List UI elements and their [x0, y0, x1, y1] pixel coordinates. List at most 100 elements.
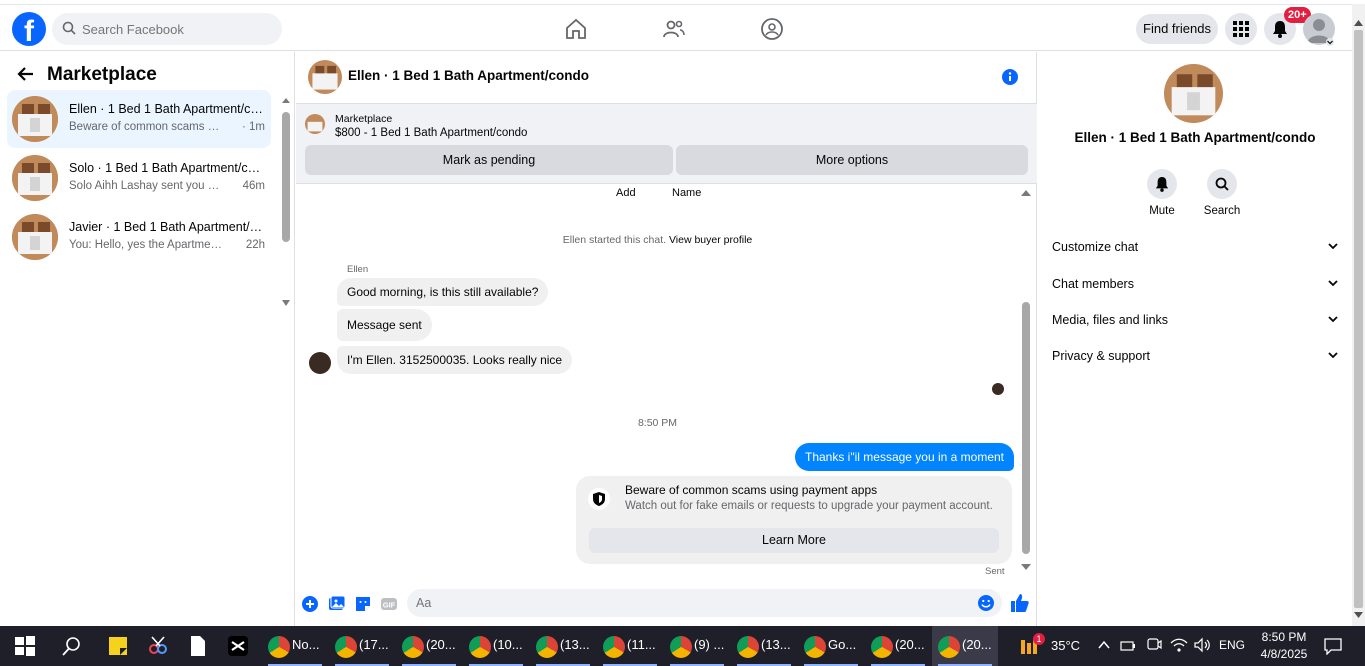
taskbar-app[interactable]: (10... [463, 626, 529, 666]
mute-button[interactable]: Mute [1137, 169, 1187, 217]
search-chat-button[interactable]: Search [1197, 169, 1247, 217]
conversation-item[interactable]: Javier · 1 Bed 1 Bath Apartment/condo Yo… [7, 208, 271, 266]
groups-icon[interactable] [760, 17, 784, 41]
speaker-icon[interactable] [1193, 637, 1211, 653]
taskbar-app[interactable]: No... [262, 626, 328, 666]
search-box[interactable] [52, 13, 282, 45]
chat-header: Ellen · 1 Bed 1 Bath Apartment/condo [296, 52, 1037, 104]
seen-receipt-avatar [992, 383, 1004, 395]
taskbar-app[interactable]: (13... [731, 626, 797, 666]
taskbar-app[interactable]: (17... [329, 626, 395, 666]
battery-icon[interactable] [1120, 639, 1136, 653]
search-input[interactable] [82, 13, 272, 45]
snipping-tool-icon[interactable] [146, 634, 170, 658]
friends-icon[interactable] [662, 17, 686, 41]
details-title: Ellen · 1 Bed 1 Bath Apartment/condo [1074, 130, 1316, 145]
chat-avatar[interactable] [308, 60, 342, 94]
meet-now-icon[interactable] [1146, 637, 1162, 653]
mark-as-pending-button[interactable]: Mark as pending [305, 145, 673, 175]
page-title: Marketplace [47, 64, 157, 85]
message-list: Add Name Ellen started this chat. View b… [296, 185, 1037, 580]
more-options-button[interactable]: More options [676, 145, 1028, 175]
back-arrow-icon[interactable] [16, 64, 36, 84]
row-label: Media, files and links [1052, 313, 1169, 327]
photo-icon[interactable] [328, 595, 346, 613]
chevron-down-icon [1328, 280, 1338, 287]
search-icon [1215, 177, 1229, 191]
search-icon [62, 21, 76, 35]
chrome-icon [737, 636, 759, 658]
view-buyer-profile-link[interactable]: View buyer profile [669, 234, 752, 246]
menu-button[interactable] [1225, 13, 1257, 45]
listing-avatar[interactable] [1164, 64, 1223, 123]
system-clock[interactable]: 8:50 PM 4/8/2025 [1257, 629, 1311, 663]
conversation-time: 22h [245, 239, 265, 251]
windows-taskbar: No... (17... (20... (10... (13... (11...… [0, 626, 1365, 666]
chat-panel: Ellen · 1 Bed 1 Bath Apartment/condo Mar… [296, 52, 1037, 626]
capcut-icon[interactable] [226, 634, 250, 658]
chevron-up-icon[interactable] [1098, 640, 1110, 650]
chat-title[interactable]: Ellen · 1 Bed 1 Bath Apartment/condo [348, 68, 589, 83]
chevron-down-icon [1328, 316, 1338, 323]
home-icon[interactable] [564, 17, 588, 41]
facebook-logo-icon[interactable]: f [12, 12, 46, 46]
windows-start-icon[interactable] [13, 634, 37, 658]
sender-name: Ellen [347, 264, 369, 275]
search-label: Search [1203, 205, 1241, 217]
chrome-icon [469, 636, 491, 658]
chat-started-notice: Ellen started this chat. View buyer prof… [296, 234, 1019, 246]
message-bubble[interactable]: Good morning, is this still available? [337, 278, 549, 306]
page-scrollbar[interactable] [1352, 4, 1365, 626]
chrome-icon [603, 636, 625, 658]
chrome-icon [536, 636, 558, 658]
chat-members-row[interactable]: Chat members [1052, 269, 1338, 299]
row-label: Customize chat [1052, 240, 1139, 254]
my-message-bubble[interactable]: Thanks i"il message you in a moment [795, 443, 1015, 471]
taskbar-app[interactable]: (9) ... [664, 626, 730, 666]
taskbar-app[interactable]: (13... [530, 626, 596, 666]
like-thumb-icon[interactable] [1010, 593, 1030, 613]
conversation-item[interactable]: Ellen · 1 Bed 1 Bath Apartment/condo Bew… [7, 90, 271, 148]
info-icon[interactable] [1002, 69, 1018, 85]
inbox-scrollbar[interactable] [281, 98, 291, 308]
row-label: Privacy & support [1052, 349, 1150, 363]
sticky-notes-icon[interactable] [106, 634, 130, 658]
customize-chat-row[interactable]: Customize chat [1052, 232, 1338, 262]
file-icon[interactable] [186, 634, 210, 658]
sticker-icon[interactable] [354, 595, 372, 613]
gif-icon[interactable]: GIF [380, 595, 398, 613]
message-bubble[interactable]: I'm Ellen. 3152500035. Looks really nice [337, 346, 573, 374]
wifi-icon[interactable] [1170, 637, 1188, 653]
conversation-title: Javier · 1 Bed 1 Bath Apartment/condo [69, 220, 265, 234]
chat-started-text: Ellen started this chat. [562, 234, 667, 246]
marketplace-inbox-panel: Marketplace Ellen · 1 Bed 1 Bath Apartme… [0, 52, 295, 626]
scam-description: Watch out for fake emails or requests to… [625, 500, 993, 512]
conversation-item[interactable]: Solo · 1 Bed 1 Bath Apartment/condo Solo… [7, 149, 271, 207]
message-bubble[interactable]: Message sent [337, 309, 432, 341]
temperature[interactable]: 35°C [1051, 638, 1080, 653]
sender-avatar[interactable] [309, 352, 331, 374]
taskbar-app[interactable]: (11... [597, 626, 663, 666]
chat-scrollbar[interactable] [1019, 190, 1033, 576]
emoji-icon[interactable] [977, 594, 995, 612]
chrome-icon [402, 636, 424, 658]
taskbar-app[interactable]: (20... [865, 626, 931, 666]
message-timestamp: 8:50 PM [637, 417, 678, 429]
notification-center-icon[interactable] [1323, 637, 1343, 655]
learn-more-button[interactable]: Learn More [589, 528, 999, 553]
chrome-icon [871, 636, 893, 658]
privacy-support-row[interactable]: Privacy & support [1052, 341, 1338, 371]
scam-title: Beware of common scams using payment app… [625, 483, 878, 497]
conversation-preview: You: Hello, yes the Apartment is availab… [69, 239, 225, 251]
search-icon[interactable] [60, 634, 84, 658]
taskbar-app[interactable]: (20... [396, 626, 462, 666]
find-friends-button[interactable]: Find friends [1136, 14, 1218, 44]
listing-price[interactable]: $800 - 1 Bed 1 Bath Apartment/condo [335, 127, 527, 139]
plus-circle-icon[interactable] [301, 595, 319, 613]
name-label: Name [672, 187, 702, 199]
taskbar-app[interactable]: Go... [798, 626, 864, 666]
message-input[interactable] [407, 589, 1002, 617]
input-language[interactable]: ENG [1219, 638, 1245, 652]
taskbar-app-active[interactable]: (20... [932, 626, 998, 666]
media-files-links-row[interactable]: Media, files and links [1052, 305, 1338, 335]
